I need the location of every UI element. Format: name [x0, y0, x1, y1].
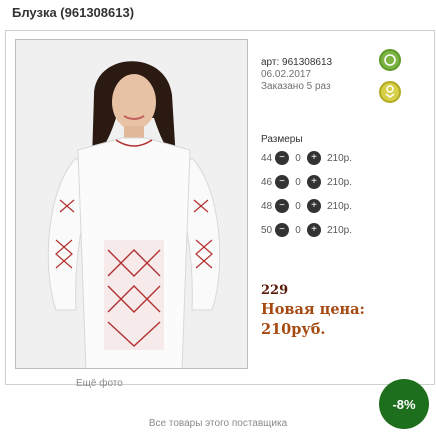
quantity-value: 0	[295, 152, 301, 164]
product-meta: арт: 961308613 06.02.2017 Заказано 5 раз	[261, 57, 332, 93]
minus-icon[interactable]: −	[275, 199, 289, 213]
size-value: 50	[261, 224, 273, 236]
blouse-model-image	[16, 40, 247, 368]
size-price: 210р.	[327, 176, 353, 188]
size-row: 50 − 0 + 210р.	[261, 221, 352, 239]
social-share	[379, 49, 419, 113]
plus-icon[interactable]: +	[307, 199, 321, 213]
product-card: Ещё фото арт: 961308613 06.02.2017 Заказ…	[5, 30, 435, 429]
more-photo-link[interactable]: Ещё фото	[76, 378, 123, 389]
supplier-link[interactable]: Все товары этого поставщика	[0, 418, 436, 429]
old-price: 229	[261, 283, 289, 298]
article-number: арт: 961308613	[261, 57, 333, 68]
product-photo[interactable]	[15, 39, 248, 369]
odnoklassniki-icon[interactable]	[379, 81, 401, 103]
size-price: 210р.	[327, 224, 353, 236]
minus-icon[interactable]: −	[275, 223, 289, 237]
size-value: 44	[261, 152, 273, 164]
date: 06.02.2017	[261, 69, 312, 80]
size-row: 48 − 0 + 210р.	[261, 197, 352, 215]
size-row: 46 − 0 + 210р.	[261, 173, 352, 191]
quantity-value: 0	[295, 176, 301, 188]
new-price: 210руб.	[261, 321, 326, 338]
plus-icon[interactable]: +	[307, 175, 321, 189]
vk-icon[interactable]	[379, 49, 401, 71]
quantity-value: 0	[295, 224, 301, 236]
size-row: 44 − 0 + 210р.	[261, 149, 352, 167]
page-title: Блузка (961308613)	[12, 5, 135, 20]
size-value: 48	[261, 200, 273, 212]
plus-icon[interactable]: +	[307, 151, 321, 165]
minus-icon[interactable]: −	[275, 175, 289, 189]
size-price: 210р.	[327, 152, 353, 164]
plus-icon[interactable]: +	[307, 223, 321, 237]
minus-icon[interactable]: −	[275, 151, 289, 165]
size-price: 210р.	[327, 200, 353, 212]
new-price-label: Новая цена:	[261, 301, 365, 318]
size-value: 46	[261, 176, 273, 188]
quantity-value: 0	[295, 200, 301, 212]
ordered-count: Заказано 5 раз	[261, 81, 331, 92]
sizes-heading: Размеры	[261, 134, 303, 145]
